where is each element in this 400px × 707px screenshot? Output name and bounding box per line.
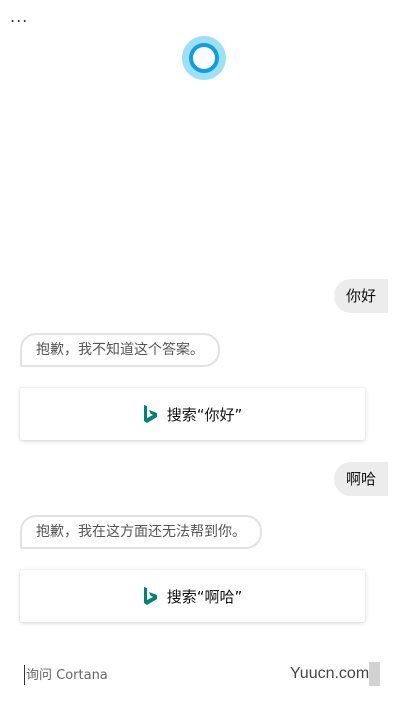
cortana-icon bbox=[182, 36, 226, 80]
user-message: 你好 bbox=[333, 279, 388, 313]
bing-search-card[interactable]: 搜索“啊哈” bbox=[20, 570, 365, 622]
assistant-message: 抱歉，我不知道这个答案。 bbox=[20, 333, 220, 367]
assistant-message: 抱歉，我在这方面还无法帮到你。 bbox=[20, 515, 262, 549]
cortana-ring bbox=[189, 43, 219, 73]
search-card-label: 搜索“你好” bbox=[166, 405, 243, 424]
microphone-button[interactable] bbox=[369, 662, 380, 686]
user-message: 啊哈 bbox=[333, 462, 388, 496]
search-card-label: 搜索“啊哈” bbox=[166, 587, 243, 606]
bing-search-card[interactable]: 搜索“你好” bbox=[20, 388, 365, 440]
more-options-button[interactable]: ... bbox=[10, 8, 38, 32]
bing-icon bbox=[143, 586, 157, 605]
bing-icon bbox=[143, 404, 157, 423]
watermark-text: Yuucn.com bbox=[290, 665, 370, 682]
